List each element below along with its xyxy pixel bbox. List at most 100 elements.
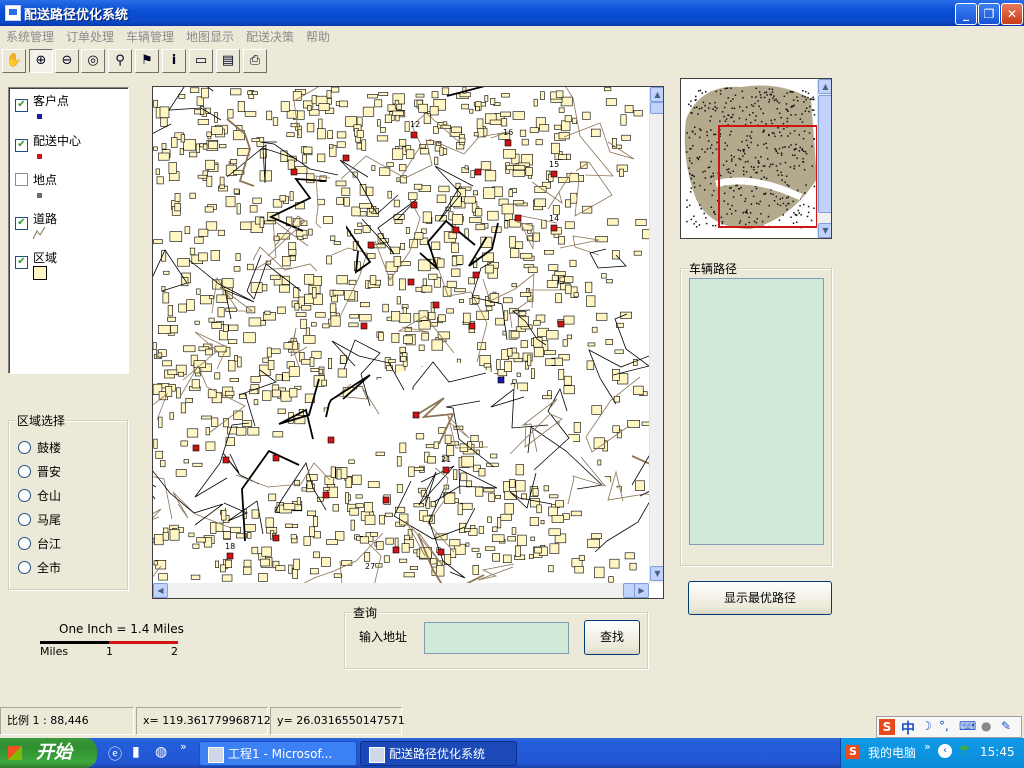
radio-icon[interactable]: [18, 513, 31, 526]
radio-icon[interactable]: [18, 465, 31, 478]
user-icon[interactable]: ●: [981, 719, 991, 733]
info-icon[interactable]: i: [162, 49, 186, 73]
pan-hand-icon[interactable]: ✋: [2, 49, 26, 73]
map-vertical-scrollbar[interactable]: ▲ ▼: [649, 87, 663, 583]
layer-place[interactable]: 地点: [15, 171, 57, 188]
depot-marker[interactable]: [272, 534, 280, 542]
depot-marker[interactable]: [412, 411, 420, 419]
show-optimal-route-button[interactable]: 显示最优路径: [688, 581, 832, 615]
depot-marker[interactable]: [437, 548, 445, 556]
region-option-gulou[interactable]: 鼓楼: [18, 439, 61, 456]
zoom-in-icon[interactable]: ⊕: [29, 49, 53, 73]
menu-map-display[interactable]: 地图显示: [186, 28, 234, 45]
sogou-icon[interactable]: S: [879, 719, 895, 735]
overview-canvas[interactable]: [681, 79, 817, 238]
overview-map[interactable]: ▲ ▼: [680, 78, 832, 239]
scroll-thumb[interactable]: [650, 102, 663, 114]
depot-marker[interactable]: [342, 154, 350, 162]
layer-customer[interactable]: ✔ 客户点: [15, 92, 69, 112]
punctuation-icon[interactable]: °,: [939, 719, 949, 733]
depot-marker[interactable]: [410, 131, 418, 139]
wrench-icon[interactable]: ✎: [1001, 719, 1011, 733]
task-app-window[interactable]: 配送路径优化系统: [360, 741, 517, 766]
explorer-icon[interactable]: ▮: [132, 744, 140, 760]
depot-marker[interactable]: [226, 552, 234, 560]
region-option-cangshan[interactable]: 仓山: [18, 487, 61, 504]
region-option-all[interactable]: 全市: [18, 559, 61, 576]
menu-decision[interactable]: 配送决策: [246, 28, 294, 45]
customer-marker[interactable]: [497, 376, 505, 384]
overview-scroll-up[interactable]: ▲: [818, 79, 831, 94]
keyboard-icon[interactable]: ⌨: [959, 719, 976, 733]
menu-orders[interactable]: 订单处理: [66, 28, 114, 45]
depot-marker[interactable]: [550, 170, 558, 178]
depot-marker[interactable]: [192, 444, 200, 452]
scroll-left-button[interactable]: ◀: [153, 583, 168, 598]
depot-marker[interactable]: [432, 301, 440, 309]
zoom-out-icon[interactable]: ⊖: [55, 49, 79, 73]
flag-icon[interactable]: ⚑: [135, 49, 159, 73]
depot-marker[interactable]: [322, 491, 330, 499]
layer-area-checkbox[interactable]: ✔: [15, 256, 28, 269]
ime-toolbar[interactable]: S 中 ☽ °, ⌨ ● ✎: [876, 716, 1022, 738]
depot-marker[interactable]: [410, 201, 418, 209]
restore-button[interactable]: ❐: [978, 3, 1000, 25]
overview-scroll-thumb[interactable]: [818, 95, 831, 213]
depot-marker[interactable]: [442, 466, 450, 474]
overview-scrollbar[interactable]: ▲ ▼: [817, 79, 831, 238]
region-option-taijiang[interactable]: 台江: [18, 535, 61, 552]
layer-customer-checkbox[interactable]: ✔: [15, 99, 28, 112]
depot-marker[interactable]: [474, 168, 482, 176]
depot-marker[interactable]: [472, 271, 480, 279]
depot-marker[interactable]: [514, 214, 522, 222]
properties-icon[interactable]: ▤: [216, 49, 240, 73]
print-icon[interactable]: ⎙: [243, 49, 267, 73]
ime-mode-text[interactable]: 中: [901, 718, 915, 738]
route-output-box[interactable]: [689, 278, 824, 545]
layer-place-checkbox[interactable]: [15, 173, 28, 186]
full-extent-icon[interactable]: ◎: [81, 49, 105, 73]
scroll-up-button[interactable]: ▲: [650, 87, 663, 102]
minimize-button[interactable]: _: [955, 3, 977, 25]
quicklaunch-more-icon[interactable]: »: [180, 740, 187, 753]
network-icon[interactable]: ☂: [958, 743, 971, 759]
depot-marker[interactable]: [452, 226, 460, 234]
map-horizontal-scrollbar[interactable]: ◀ ▶: [153, 583, 649, 598]
overview-scroll-down[interactable]: ▼: [818, 223, 831, 238]
title-bar[interactable]: [0, 0, 1024, 26]
depot-marker[interactable]: [407, 278, 415, 286]
media-icon[interactable]: ◍: [155, 744, 167, 760]
region-option-mawei[interactable]: 马尾: [18, 511, 61, 528]
menu-help[interactable]: 帮助: [306, 28, 330, 45]
label-icon[interactable]: ▭: [189, 49, 213, 73]
map-view[interactable]: 12 16 15 14 18 21 27 ▲ ▼ ◀ ▶: [152, 86, 664, 599]
task-vb-project[interactable]: 工程1 - Microsof...: [199, 741, 357, 766]
binoculars-icon[interactable]: ⚲: [108, 49, 132, 73]
layer-depot-checkbox[interactable]: ✔: [15, 139, 28, 152]
start-button[interactable]: 开始: [0, 738, 97, 768]
scroll-down-button[interactable]: ▼: [650, 566, 663, 581]
depot-marker[interactable]: [382, 496, 390, 504]
depot-marker[interactable]: [557, 320, 565, 328]
radio-icon[interactable]: [18, 441, 31, 454]
depot-marker[interactable]: [360, 322, 368, 330]
depot-marker[interactable]: [392, 546, 400, 554]
close-button[interactable]: ✕: [1001, 3, 1023, 25]
depot-marker[interactable]: [222, 456, 230, 464]
radio-icon[interactable]: [18, 489, 31, 502]
menu-system[interactable]: 系统管理: [6, 28, 54, 45]
layer-road-checkbox[interactable]: ✔: [15, 217, 28, 230]
tray-more-icon[interactable]: »: [924, 740, 931, 753]
find-button[interactable]: 查找: [584, 620, 640, 655]
depot-marker[interactable]: [504, 139, 512, 147]
scroll-right-button[interactable]: ▶: [634, 583, 649, 598]
tray-expand-icon[interactable]: ‹: [938, 744, 952, 758]
layer-depot[interactable]: ✔ 配送中心: [15, 132, 81, 152]
map-canvas[interactable]: 12 16 15 14 18 21 27: [153, 87, 649, 583]
address-input[interactable]: [424, 622, 569, 654]
radio-icon[interactable]: [18, 561, 31, 574]
radio-icon[interactable]: [18, 537, 31, 550]
depot-marker[interactable]: [290, 168, 298, 176]
moon-icon[interactable]: ☽: [921, 719, 932, 733]
sogou-tray-icon[interactable]: S: [846, 745, 860, 759]
